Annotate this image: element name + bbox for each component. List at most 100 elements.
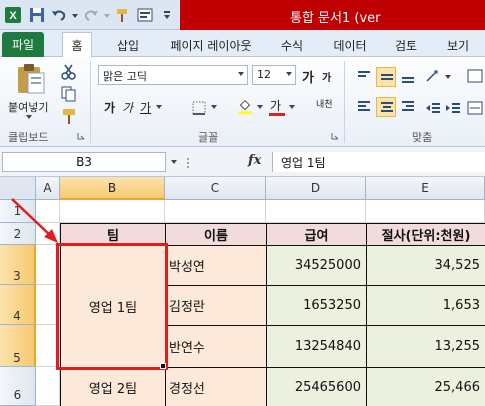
copy-icon[interactable] [60,85,78,103]
cut-text: 25,466 [434,379,481,395]
form-icon[interactable] [136,6,154,24]
font-launcher-icon[interactable] [330,131,340,141]
align-right-button[interactable] [398,97,418,117]
cell-c5[interactable]: 반연수 [165,325,267,368]
formula-bar: B3 fx 영업 1팀 [0,147,485,177]
merge-center-icon[interactable] [466,99,484,117]
tab-formulas[interactable]: 수식 [270,33,314,57]
column-header-c[interactable]: C [165,177,266,200]
excel-window: X 통합 문서1 (ver 파일 홈 삽입 페이지 레이아웃 수식 데이터 검토… [0,0,485,406]
cell-c3[interactable]: 박성연 [165,245,267,286]
alignment-group-label: 맞춤 [412,131,433,144]
tab-data[interactable]: 데이터 [326,33,374,57]
shrink-font-button[interactable]: 가 [322,69,331,84]
cell-d1[interactable] [266,200,366,223]
italic-button[interactable]: 가 [122,99,133,116]
name-text: 반연수 [169,341,205,356]
cut-icon[interactable] [60,63,78,81]
tab-page-layout[interactable]: 페이지 레이아웃 [160,33,262,57]
row-header-3[interactable]: 3 [0,245,36,285]
cell-c4[interactable]: 김정란 [165,285,267,326]
name-text: 박성연 [169,260,205,275]
row-header-5[interactable]: 5 [0,325,36,367]
name-box[interactable]: B3 [2,152,166,172]
borders-icon[interactable] [190,99,208,117]
header-salary[interactable]: 급여 [266,223,367,246]
row-header-4[interactable]: 4 [0,285,36,325]
salary-text: 34525000 [294,258,361,273]
paste-dropdown-icon[interactable] [24,113,34,121]
grow-font-button[interactable]: 가 [302,67,314,86]
tab-review[interactable]: 검토 [386,33,426,57]
font-group-label: 글꼴 [198,131,219,144]
row-header-6[interactable]: 6 [0,367,36,406]
format-painter-icon[interactable] [60,107,78,125]
clipboard-launcher-icon[interactable] [76,131,86,141]
worksheet-grid: A B C D E 1 2 3 4 5 6 팀 이름 급여 절사(단위:천원) … [0,177,485,406]
formula-input[interactable]: 영업 1팀 [272,152,485,172]
ribbon-home: 붙여넣기 클립보드 맑은 고딕 12 가 가 가 가 가 가 내천 글꼴 맞춤 [0,57,485,147]
phonetic-button[interactable]: 내천 [316,97,333,110]
paste-icon[interactable] [12,61,48,97]
font-color-button[interactable]: 가 [270,97,281,114]
header-cut-text: 절사(단위:천원) [381,229,471,244]
fill-color-icon[interactable] [236,97,254,115]
tab-insert[interactable]: 삽입 [108,33,148,57]
column-header-b[interactable]: B [60,177,165,200]
excel-logo-icon: X [5,7,21,23]
cell-a6[interactable] [36,367,60,406]
tab-home[interactable]: 홈 [62,32,92,57]
tab-view[interactable]: 보기 [438,33,478,57]
arrow-annotation-icon [11,198,58,243]
resize-grip-icon[interactable] [186,156,190,170]
chevron-down-icon[interactable] [155,103,163,111]
chevron-down-icon[interactable] [256,103,264,111]
font-name-select[interactable]: 맑은 고딕 [98,65,248,85]
orientation-icon[interactable] [424,67,442,85]
font-size-select[interactable]: 12 [252,65,296,85]
cell-e5[interactable]: 13,255 [366,325,485,368]
align-middle-button[interactable] [376,67,396,87]
cell-e4[interactable]: 1,653 [366,285,485,326]
cell-d6[interactable]: 25465600 [266,367,367,406]
header-cut[interactable]: 절사(단위:천원) [366,223,485,246]
chevron-down-icon[interactable] [210,103,218,111]
chevron-down-icon [286,72,292,76]
cell-c1[interactable] [165,200,266,223]
cell-d5[interactable]: 13254840 [266,325,367,368]
bold-button[interactable]: 가 [104,99,115,116]
cell-d4[interactable]: 1653250 [266,285,367,326]
chevron-down-icon[interactable] [170,158,178,166]
format-painter-quick-icon[interactable] [114,6,132,24]
align-bottom-button[interactable] [398,67,418,87]
cell-e1[interactable] [366,200,485,223]
wrap-text-icon[interactable] [466,67,484,85]
cell-e6[interactable]: 25,466 [366,367,485,406]
decrease-indent-icon[interactable] [424,99,442,117]
column-header-d[interactable]: D [266,177,366,200]
ribbon-tabs: 파일 홈 삽입 페이지 레이아웃 수식 데이터 검토 보기 [0,30,485,57]
increase-indent-icon[interactable] [444,99,462,117]
align-top-button[interactable] [354,67,374,87]
salary-text: 25465600 [294,379,361,395]
align-center-button[interactable] [376,97,396,117]
salary-text: 1653250 [303,298,361,313]
cell-b6[interactable]: 영업 2팀 [60,367,166,406]
customize-toolbar-icon[interactable] [158,6,176,24]
chevron-down-icon[interactable] [288,103,296,111]
chevron-down-icon[interactable] [444,73,452,81]
cell-d3[interactable]: 34525000 [266,245,367,286]
tab-file[interactable]: 파일 [2,32,44,57]
cell-e3[interactable]: 34,525 [366,245,485,286]
save-icon[interactable] [28,6,46,24]
insert-function-button[interactable]: fx [248,153,261,168]
font-name-value: 맑은 고딕 [103,70,147,83]
column-header-e[interactable]: E [366,177,485,200]
fill-handle[interactable] [160,363,166,369]
cell-c6[interactable]: 경정선 [165,367,267,406]
underline-button[interactable]: 가 [140,99,151,116]
cell-b1[interactable] [60,200,165,223]
align-left-button[interactable] [354,97,374,117]
font-color-swatch [269,113,285,116]
header-name[interactable]: 이름 [165,223,267,246]
